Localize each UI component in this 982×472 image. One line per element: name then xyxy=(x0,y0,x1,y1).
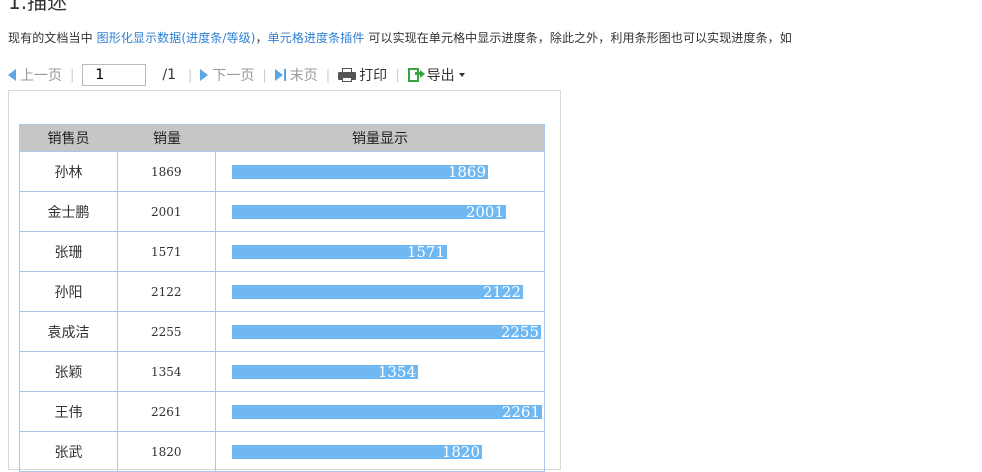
progress-cell: 1869 xyxy=(215,151,545,192)
quantity-cell: 1354 xyxy=(117,351,216,392)
progress-cell: 1354 xyxy=(215,351,545,392)
intro-separator: ， xyxy=(255,31,268,45)
header-quantity-display: 销量显示 xyxy=(215,124,545,152)
arrow-left-icon xyxy=(8,69,16,81)
export-label: 导出 xyxy=(426,68,455,84)
progress-cell: 2261 xyxy=(215,391,545,432)
last-page-icon-bar xyxy=(283,69,286,81)
progress-bar: 1869 xyxy=(232,165,488,180)
table-row: 张珊 1571 1571 xyxy=(19,231,545,272)
next-page-label: 下一页 xyxy=(212,68,255,84)
toolbar-separator: | xyxy=(70,67,75,83)
intro-paragraph: 现有的文档当中 图形化显示数据(进度条/等级)，单元格进度条插件 可以实现在单元… xyxy=(8,29,792,46)
last-page-label: 末页 xyxy=(289,68,318,84)
progress-cell: 2001 xyxy=(215,191,545,232)
salesperson-cell: 王伟 xyxy=(19,391,118,432)
table-row: 孙阳 2122 2122 xyxy=(19,271,545,312)
header-salesperson: 销售员 xyxy=(19,124,118,152)
quantity-cell: 1571 xyxy=(117,231,216,272)
salesperson-cell: 孙阳 xyxy=(19,271,118,312)
export-button[interactable]: 导出 xyxy=(407,65,465,85)
prev-page-button[interactable]: 上一页 xyxy=(8,65,62,85)
export-icon xyxy=(407,67,425,83)
sales-table: 销售员 销量 销量显示 孙林 1869 1869 金士鹏 2001 2001 张珊 1571 1… xyxy=(19,124,545,472)
arrow-right-icon xyxy=(200,69,209,81)
progress-bar: 2001 xyxy=(232,205,506,220)
last-page-button[interactable]: 末页 xyxy=(274,65,318,85)
table-row: 孙林 1869 1869 xyxy=(19,151,545,192)
section-heading: 1.描述 xyxy=(8,0,68,14)
progress-cell: 1571 xyxy=(215,231,545,272)
salesperson-cell: 孙林 xyxy=(19,151,118,192)
quantity-cell: 2255 xyxy=(117,311,216,352)
toolbar-separator: | xyxy=(262,67,267,83)
table-header-row: 销售员 销量 销量显示 xyxy=(19,124,545,152)
header-quantity: 销量 xyxy=(117,124,216,152)
toolbar-separator: | xyxy=(395,67,400,83)
table-row: 金士鹏 2001 2001 xyxy=(19,191,545,232)
progress-cell: 2122 xyxy=(215,271,545,312)
progress-bar: 1354 xyxy=(232,365,418,380)
quantity-cell: 1869 xyxy=(117,151,216,192)
quantity-cell: 1820 xyxy=(117,431,216,472)
salesperson-cell: 张珊 xyxy=(19,231,118,272)
intro-suffix: 可以实现在单元格中显示进度条，除此之外，利用条形图也可以实现进度条，如 xyxy=(364,31,792,45)
next-page-button[interactable]: 下一页 xyxy=(200,65,254,85)
progress-bar: 1820 xyxy=(232,445,482,460)
progress-bar: 1571 xyxy=(232,245,447,260)
last-page-icon xyxy=(274,69,283,81)
prev-page-label: 上一页 xyxy=(20,68,62,84)
salesperson-cell: 袁成洁 xyxy=(19,311,118,352)
salesperson-cell: 金士鹏 xyxy=(19,191,118,232)
table-row: 张武 1820 1820 xyxy=(19,431,545,472)
progress-bar: 2261 xyxy=(232,405,542,420)
table-row: 张颖 1354 1354 xyxy=(19,351,545,392)
chevron-down-icon xyxy=(458,73,465,77)
salesperson-cell: 张武 xyxy=(19,431,118,472)
page-number-input[interactable] xyxy=(82,64,147,86)
table-row: 袁成洁 2255 2255 xyxy=(19,311,545,352)
quantity-cell: 2122 xyxy=(117,271,216,312)
progress-bar: 2122 xyxy=(232,285,523,300)
cell-progress-plugin-link[interactable]: 单元格进度条插件 xyxy=(268,31,365,45)
total-pages: /1 xyxy=(162,67,177,83)
report-toolbar: 上一页 | /1 | 下一页 | 末页 | 打印 | 导出 xyxy=(8,60,560,90)
print-button[interactable]: 打印 xyxy=(338,65,387,85)
toolbar-separator: | xyxy=(325,67,331,83)
progress-bar: 2255 xyxy=(232,325,541,340)
quantity-cell: 2261 xyxy=(117,391,216,432)
report-preview: 销售员 销量 销量显示 孙林 1869 1869 金士鹏 2001 2001 张珊 1571 1… xyxy=(8,90,561,472)
table-row: 王伟 2261 2261 xyxy=(19,391,545,432)
salesperson-cell: 张颖 xyxy=(19,351,118,392)
toolbar-separator: | xyxy=(188,67,193,83)
progress-cell: 1820 xyxy=(215,431,545,472)
progress-cell: 2255 xyxy=(215,311,545,352)
printer-icon xyxy=(338,68,357,82)
print-label: 打印 xyxy=(359,68,388,84)
progress-bar-doc-link[interactable]: 图形化显示数据(进度条/等级) xyxy=(97,31,256,45)
quantity-cell: 2001 xyxy=(117,191,216,232)
intro-prefix: 现有的文档当中 xyxy=(8,31,97,45)
